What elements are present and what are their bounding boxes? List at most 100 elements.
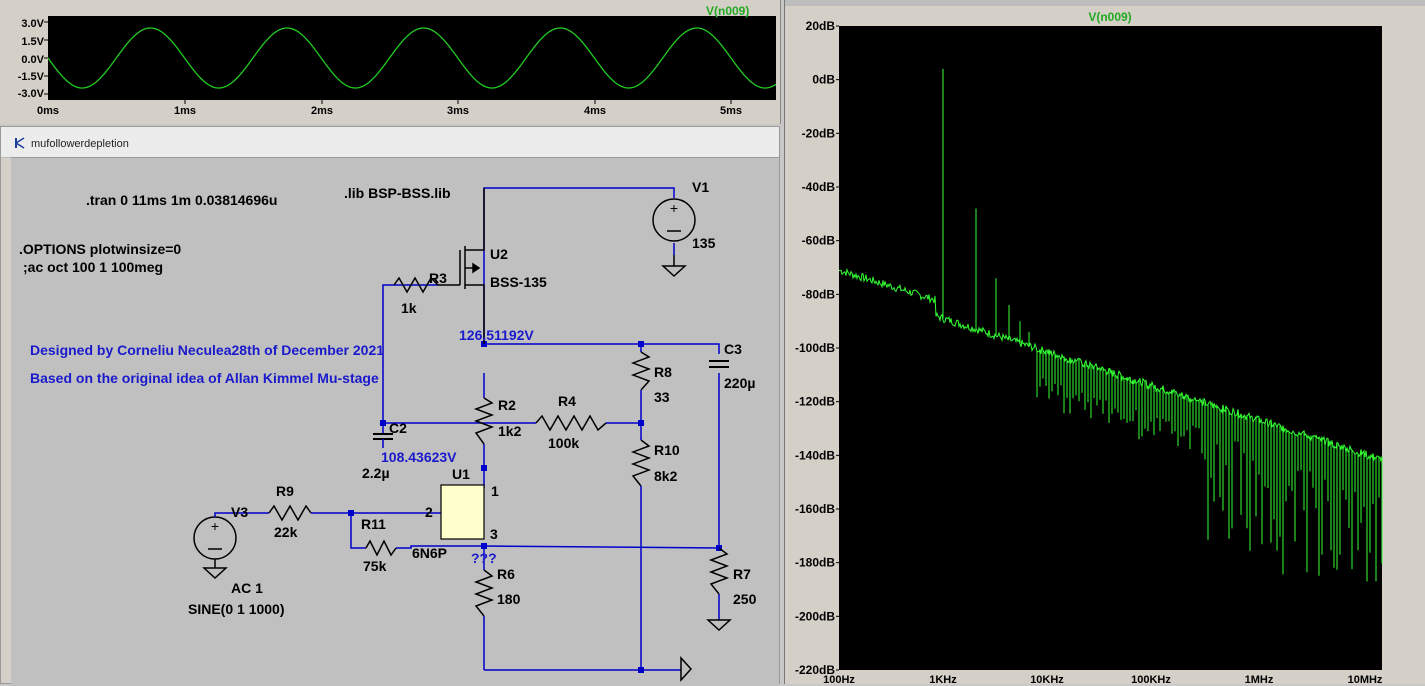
fft-x-tick: 100KHz [1131, 674, 1171, 684]
r8-label[interactable]: R8 [654, 364, 672, 380]
schematic-canvas[interactable]: + + .tran 0 11ms 1m 0.03814696u .lib BSP… [11, 157, 779, 686]
r4-value[interactable]: 100k [548, 435, 579, 451]
r3-label[interactable]: R3 [429, 270, 447, 286]
schematic-window[interactable]: mufollowerdepletion + + .tran 0 11ms 1m … [0, 126, 780, 686]
fft-y-tick: -100dB [795, 341, 835, 355]
fft-plot-area [839, 26, 1382, 670]
r4-symbol [535, 414, 607, 432]
c3-label[interactable]: C3 [724, 341, 742, 357]
tran-directive[interactable]: .tran 0 11ms 1m 0.03814696u [86, 192, 277, 208]
wave-y-tick: 0.0V [21, 54, 44, 66]
fft-y-tick: -80dB [802, 287, 836, 301]
schematic-wires [237, 187, 720, 671]
fft-y-tick: -120dB [795, 395, 835, 409]
wave-x-tick: 1ms [174, 105, 196, 117]
v1-label[interactable]: V1 [692, 179, 709, 195]
ac-directive[interactable]: ;ac oct 100 1 100meg [23, 259, 163, 275]
fft-x-tick: 1MHz [1245, 674, 1274, 684]
waveform-pane[interactable]: V(n009) 3.0V 1.5V 0.0V -1.5V -3.0V 0ms 1… [0, 0, 781, 124]
fft-y-tick: -180dB [795, 556, 835, 570]
r11-symbol [365, 539, 397, 557]
based-on-comment[interactable]: Based on the original idea of Allan Kimm… [30, 370, 379, 386]
r10-symbol [630, 439, 652, 487]
u1-pin2: 2 [425, 504, 433, 520]
r7-symbol [708, 547, 730, 595]
fft-y-tick: -140dB [795, 448, 835, 462]
r9-label[interactable]: R9 [276, 483, 294, 499]
wave-y-tick: -3.0V [18, 88, 45, 100]
r10-value[interactable]: 8k2 [654, 468, 678, 484]
waveform-trace-label[interactable]: V(n009) [706, 4, 749, 18]
u1-tube-symbol[interactable] [440, 484, 485, 540]
fft-x-tick: 10MHz [1348, 674, 1383, 684]
lib-directive[interactable]: .lib BSP-BSS.lib [344, 185, 451, 201]
r11-label[interactable]: R11 [361, 516, 386, 532]
fft-titlebar [785, 0, 1425, 6]
fft-plot[interactable]: V(n009) 20dB 0dB -20dB -40dB -60dB -80dB -100d… [785, 0, 1425, 684]
fft-y-tick: -60dB [802, 234, 836, 248]
r6-value[interactable]: 180 [497, 591, 521, 607]
wave-y-tick: 1.5V [21, 36, 44, 48]
r9-symbol [268, 504, 312, 522]
wave-x-tick: 0ms [37, 105, 59, 117]
fft-y-tick: 20dB [806, 19, 836, 33]
fft-y-tick: -200dB [795, 609, 835, 623]
svg-text:+: + [211, 518, 219, 534]
fft-trace-label[interactable]: V(n009) [1088, 10, 1131, 24]
v1-value[interactable]: 135 [692, 235, 716, 251]
v3-symbol: + [193, 512, 237, 580]
v3-ac[interactable]: AC 1 [231, 580, 263, 596]
schematic-titlebar[interactable]: mufollowerdepletion [1, 127, 779, 158]
r8-symbol [630, 351, 652, 391]
fft-y-tick: -40dB [802, 180, 836, 194]
wave-y-tick: 3.0V [21, 18, 44, 30]
wave-x-tick: 2ms [311, 105, 333, 117]
r9-value[interactable]: 22k [274, 524, 298, 540]
wave-x-tick: 3ms [447, 105, 469, 117]
r2-label[interactable]: R2 [498, 397, 516, 413]
node-voltage-top: 126.51192V [459, 327, 534, 343]
fft-x-tick: 1KHz [929, 674, 957, 684]
designer-comment[interactable]: Designed by Corneliu Neculea28th of Dece… [30, 342, 384, 358]
options-directive[interactable]: .OPTIONS plotwinsize=0 [19, 241, 181, 257]
u1-value[interactable]: 6N6P [412, 545, 447, 561]
waveform-plot-area [48, 16, 776, 100]
r6-symbol [473, 569, 495, 617]
u1-pin3: 3 [490, 526, 498, 542]
r8-value[interactable]: 33 [654, 389, 670, 405]
r10-label[interactable]: R10 [654, 442, 680, 458]
u2-mosfet-symbol [438, 188, 485, 344]
u1-pin1: 1 [491, 483, 499, 499]
fft-pane[interactable]: V(n009) 20dB 0dB -20dB -40dB -60dB -80dB -100d… [784, 0, 1425, 684]
c2-value[interactable]: 2.2µ [362, 465, 390, 481]
fft-x-tick: 10KHz [1030, 674, 1064, 684]
r3-value[interactable]: 1k [401, 300, 417, 316]
wave-x-tick: 4ms [584, 105, 606, 117]
r2-value[interactable]: 1k2 [498, 423, 522, 439]
v3-sine[interactable]: SINE(0 1 1000) [188, 601, 285, 617]
v1-symbol: + [652, 198, 696, 278]
node-voltage-unknown: ??? [471, 550, 497, 566]
r2-symbol [473, 397, 495, 445]
wave-x-tick: 5ms [720, 105, 742, 117]
fft-y-tick: -20dB [802, 126, 836, 140]
r4-label[interactable]: R4 [558, 393, 576, 409]
fft-x-tick: 100Hz [823, 674, 855, 684]
svg-text:+: + [670, 200, 678, 216]
u2-value[interactable]: BSS-135 [490, 274, 547, 290]
fft-y-tick: 0dB [812, 73, 835, 87]
c2-label[interactable]: C2 [389, 420, 407, 436]
r6-label[interactable]: R6 [497, 566, 515, 582]
u1-label[interactable]: U1 [452, 466, 470, 482]
r7-label[interactable]: R7 [733, 566, 751, 582]
schematic-window-title: mufollowerdepletion [31, 138, 129, 150]
r11-value[interactable]: 75k [363, 558, 387, 574]
schematic-icon [15, 137, 25, 149]
v3-label[interactable]: V3 [231, 504, 248, 520]
schematic-drawing[interactable]: + + .tran 0 11ms 1m 0.03814696u .lib BSP… [11, 158, 779, 686]
r7-value[interactable]: 250 [733, 591, 757, 607]
c3-value[interactable]: 220µ [724, 375, 755, 391]
waveform-plot[interactable]: V(n009) 3.0V 1.5V 0.0V -1.5V -3.0V 0ms 1… [0, 0, 780, 124]
ground-symbols [680, 619, 732, 682]
u2-label[interactable]: U2 [490, 246, 508, 262]
